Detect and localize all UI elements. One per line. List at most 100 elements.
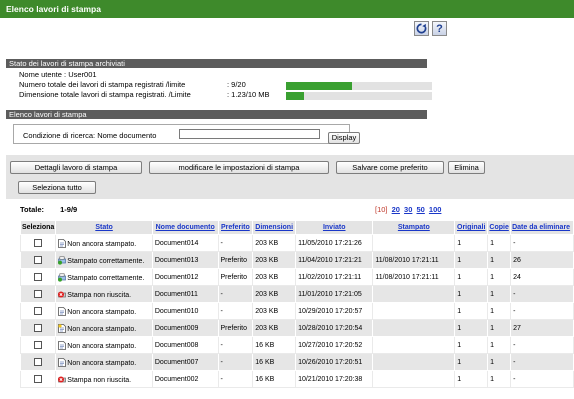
status-cell: Non ancora stampato. xyxy=(55,336,153,354)
select-cell xyxy=(19,353,57,371)
delete-date-cell: 26 xyxy=(510,251,574,269)
col-preferred[interactable]: Preferito xyxy=(217,220,254,235)
table-row[interactable]: Non ancora stampato. Document014-203 KB 11… xyxy=(19,234,574,252)
page-size-50[interactable]: 50 xyxy=(416,205,424,214)
table-row[interactable]: Non ancora stampato. Document009 Preferito… xyxy=(19,319,574,337)
table-row[interactable]: Stampato correttamente. Document013 Prefer… xyxy=(19,251,574,269)
table-row[interactable]: Stampa non riuscita. Document002-16 KB 10/… xyxy=(19,370,574,388)
job-size-row: Dimensione totale lavori di stampa regis… xyxy=(19,91,270,99)
originals-cell: 1 xyxy=(454,251,489,269)
page-size-100[interactable]: 100 xyxy=(429,205,442,214)
size-cell: 203 KB xyxy=(252,319,297,337)
row-checkbox[interactable] xyxy=(34,290,43,298)
row-checkbox[interactable] xyxy=(34,307,43,315)
search-label: Condizione di ricerca: Nome documento xyxy=(23,131,157,140)
table-row[interactable]: Stampa non riuscita. Document011-203 KB 11… xyxy=(19,285,574,303)
select-cell xyxy=(19,285,57,303)
col-sent[interactable]: Inviato xyxy=(295,220,374,235)
page-size-30[interactable]: 30 xyxy=(404,205,412,214)
size-cell: 16 KB xyxy=(252,370,297,388)
status-cell: Stampa non riuscita. xyxy=(55,370,153,388)
copies-cell: 1 xyxy=(487,268,512,286)
display-button[interactable]: Display xyxy=(328,132,360,144)
table-row[interactable]: Non ancora stampato. Document007-16 KB 10/… xyxy=(19,353,574,371)
originals-cell: 1 xyxy=(454,234,489,252)
row-checkbox[interactable] xyxy=(34,375,43,383)
job-size-value: : 1.23/10 MB xyxy=(227,90,270,99)
row-checkbox[interactable] xyxy=(34,239,43,247)
sent-cell: 11/02/2010 17:21:11 xyxy=(295,268,374,286)
col-document[interactable]: Nome documento xyxy=(151,220,219,235)
select-cell xyxy=(19,370,57,388)
preferred-cell: - xyxy=(217,234,254,252)
col-originals[interactable]: Originali xyxy=(454,220,489,235)
job-details-button[interactable]: Dettagli lavoro di stampa xyxy=(10,161,142,174)
row-checkbox[interactable] xyxy=(34,341,43,349)
table-row[interactable]: Non ancora stampato. Document010-203 KB 10… xyxy=(19,302,574,320)
page-title-bar: Elenco lavori di stampa xyxy=(0,0,574,18)
sent-cell: 11/05/2010 17:21:26 xyxy=(295,234,374,252)
size-cell: 203 KB xyxy=(252,302,297,320)
status-text: Non ancora stampato. xyxy=(67,308,137,316)
document-name-input[interactable] xyxy=(179,129,320,139)
originals-cell: 1 xyxy=(454,268,489,286)
delete-date-cell: - xyxy=(510,353,574,371)
error-icon xyxy=(58,376,67,384)
originals-cell: 1 xyxy=(454,370,489,388)
preferred-cell: - xyxy=(217,336,254,354)
error-icon xyxy=(58,291,67,299)
total-label: Totale: xyxy=(20,205,45,214)
refresh-icon[interactable] xyxy=(414,21,429,36)
delete-button[interactable]: Elimina xyxy=(448,161,485,174)
select-all-button[interactable]: Seleziona tutto xyxy=(18,181,96,194)
size-cell: 203 KB xyxy=(252,268,297,286)
save-preferred-button[interactable]: Salvare come preferito xyxy=(336,161,444,174)
search-panel: Condizione di ricerca: Nome documento Di… xyxy=(13,124,360,144)
col-select: Seleziona xyxy=(19,220,57,235)
copies-cell: 1 xyxy=(487,285,512,303)
row-checkbox[interactable] xyxy=(34,273,43,281)
select-cell xyxy=(19,251,57,269)
copies-cell: 1 xyxy=(487,319,512,337)
col-copies[interactable]: Copie xyxy=(487,220,512,235)
copies-cell: 1 xyxy=(487,302,512,320)
originals-cell: 1 xyxy=(454,353,489,371)
row-checkbox[interactable] xyxy=(34,358,43,366)
status-text: Non ancora stampato. xyxy=(67,342,137,350)
col-status[interactable]: Stato xyxy=(55,220,153,235)
size-cell: 203 KB xyxy=(252,285,297,303)
col-printed[interactable]: Stampato xyxy=(372,220,456,235)
originals-cell: 1 xyxy=(454,302,489,320)
printed-cell xyxy=(372,302,456,320)
job-count-value: : 9/20 xyxy=(227,80,246,89)
col-delete-date[interactable]: Date da eliminare xyxy=(510,220,574,235)
select-cell xyxy=(19,319,57,337)
document-name-cell: Document007 xyxy=(151,353,219,371)
select-cell xyxy=(19,302,57,320)
modify-settings-button[interactable]: modificare le impostazioni di stampa xyxy=(149,161,329,174)
status-cell: Non ancora stampato. xyxy=(55,302,153,320)
job-count-label: Numero totale dei lavori di stampa regis… xyxy=(19,80,186,89)
printed-cell xyxy=(372,353,456,371)
job-count-row: Numero totale dei lavori di stampa regis… xyxy=(19,80,246,89)
row-checkbox[interactable] xyxy=(34,256,43,264)
print-jobs-table: Seleziona Stato Nome documento Preferito… xyxy=(19,220,574,388)
printed-ok-icon xyxy=(58,256,67,265)
help-icon[interactable]: ? xyxy=(432,21,447,36)
document-name-cell: Document012 xyxy=(151,268,219,286)
col-size[interactable]: Dimensioni xyxy=(252,220,297,235)
page-size-20[interactable]: 20 xyxy=(392,205,400,214)
doc-icon xyxy=(58,340,67,350)
originals-cell: 1 xyxy=(454,319,489,337)
printed-cell xyxy=(372,336,456,354)
sent-cell: 10/21/2010 17:20:38 xyxy=(295,370,374,388)
delete-date-cell: 24 xyxy=(510,268,574,286)
row-checkbox[interactable] xyxy=(34,324,43,332)
archive-section-title: Stato dei lavori di stampa archiviati xyxy=(6,59,427,68)
status-text: Non ancora stampato. xyxy=(67,325,137,333)
table-row[interactable]: Non ancora stampato. Document008-16 KB 10/… xyxy=(19,336,574,354)
printed-cell: 11/08/2010 17:21:11 xyxy=(372,268,456,286)
document-name-cell: Document002 xyxy=(151,370,219,388)
job-size-progress xyxy=(286,92,432,100)
table-row[interactable]: Stampato correttamente. Document012 Prefer… xyxy=(19,268,574,286)
